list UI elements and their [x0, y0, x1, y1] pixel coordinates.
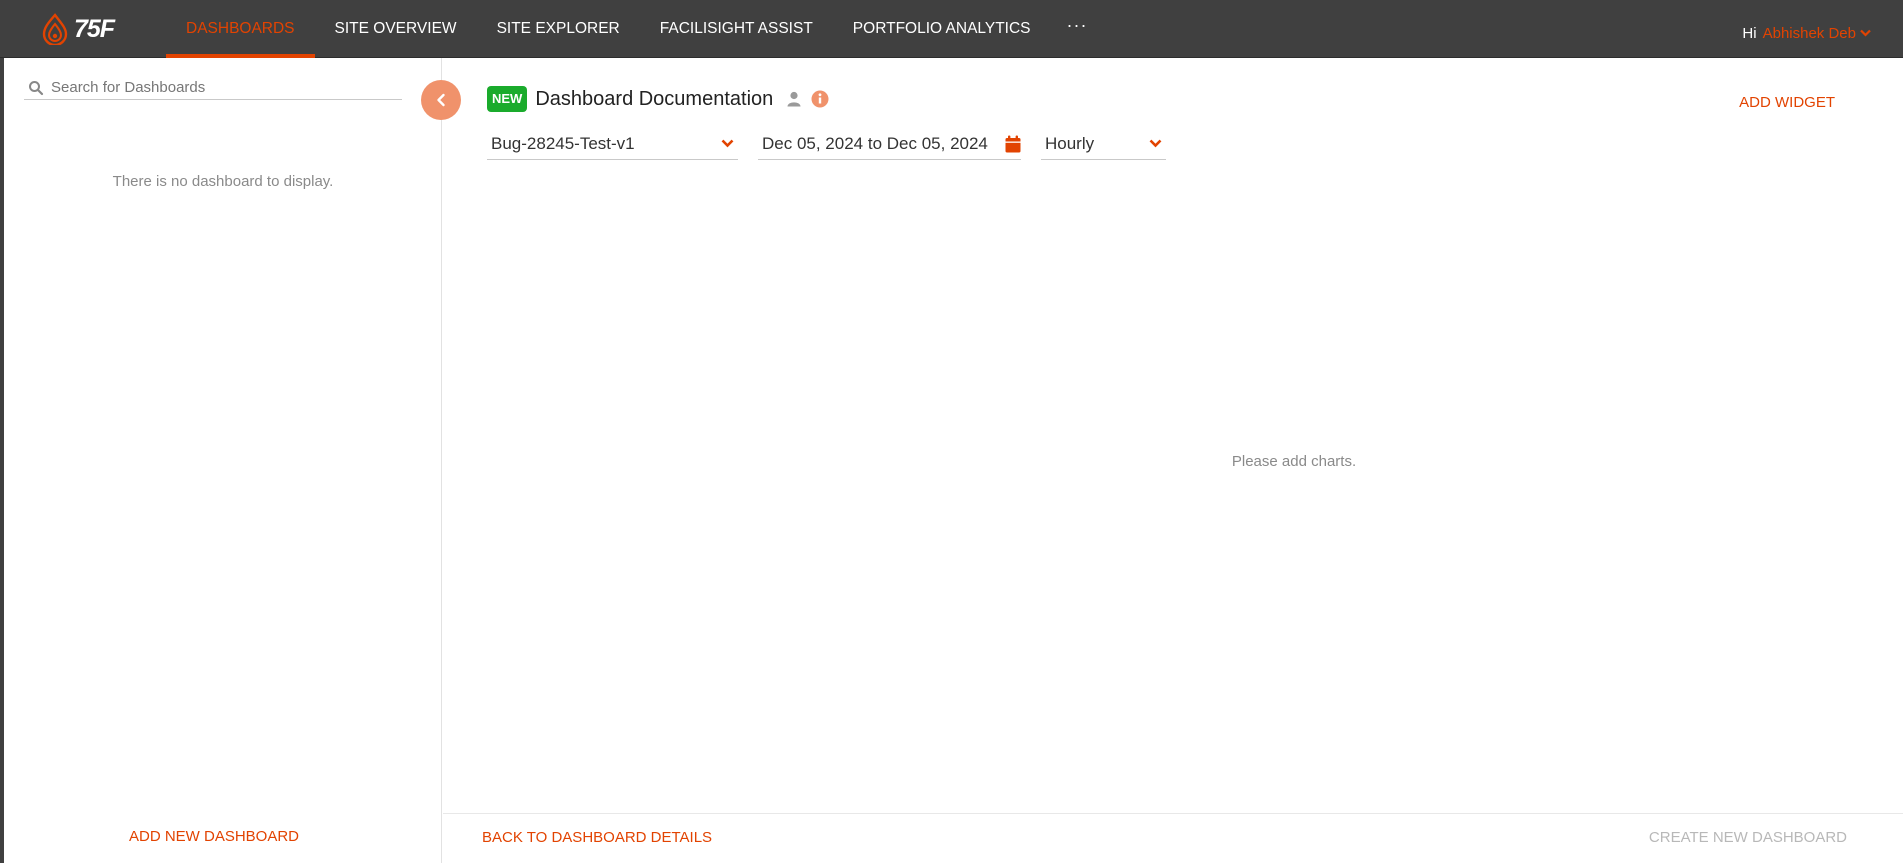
nav-tab-portfolio-analytics[interactable]: PORTFOLIO ANALYTICS: [833, 0, 1051, 58]
brand-logo[interactable]: 75F: [42, 12, 115, 46]
nav-tab-dashboards[interactable]: DASHBOARDS: [166, 0, 315, 58]
info-icon[interactable]: [811, 90, 829, 108]
back-to-dashboard-details-button[interactable]: BACK TO DASHBOARD DETAILS: [482, 829, 712, 846]
interval-select[interactable]: Hourly: [1041, 128, 1166, 160]
calendar-icon: [1005, 135, 1021, 152]
interval-select-value: Hourly: [1045, 133, 1095, 153]
user-icon[interactable]: [787, 91, 801, 107]
dashboard-filters: Bug-28245-Test-v1 Dec 05, 2024 to Dec 05…: [487, 128, 1166, 160]
main-nav: DASHBOARDS SITE OVERVIEW SITE EXPLORER F…: [166, 0, 1104, 58]
flame-logo-icon: [42, 13, 68, 45]
nav-tab-site-overview[interactable]: SITE OVERVIEW: [315, 0, 477, 58]
site-select[interactable]: Bug-28245-Test-v1: [487, 128, 738, 160]
dashboard-main: NEW Dashboard Documentation ADD WIDGET B…: [443, 58, 1903, 863]
empty-dashboard-message: There is no dashboard to display.: [112, 173, 334, 190]
nav-tab-site-explorer[interactable]: SITE EXPLORER: [477, 0, 640, 58]
search-input[interactable]: [51, 79, 381, 96]
top-navigation-bar: 75F DASHBOARDS SITE OVERVIEW SITE EXPLOR…: [0, 0, 1903, 58]
chevron-down-icon: [1860, 29, 1871, 37]
add-new-dashboard-button[interactable]: ADD NEW DASHBOARD: [4, 828, 424, 845]
user-menu[interactable]: Hi Abhishek Deb: [1742, 0, 1871, 66]
new-badge: NEW: [487, 86, 528, 112]
site-select-value: Bug-28245-Test-v1: [491, 133, 635, 153]
add-widget-button[interactable]: ADD WIDGET: [1739, 94, 1835, 111]
empty-charts-message: Please add charts.: [1231, 453, 1357, 470]
create-new-dashboard-button[interactable]: CREATE NEW DASHBOARD: [1649, 829, 1847, 846]
user-name: Abhishek Deb: [1762, 24, 1856, 42]
date-range-picker[interactable]: Dec 05, 2024 to Dec 05, 2024: [758, 128, 1021, 160]
search-box: [24, 76, 402, 100]
dashboard-footer: BACK TO DASHBOARD DETAILS CREATE NEW DAS…: [443, 813, 1903, 863]
chevron-down-icon: [1149, 139, 1162, 148]
search-icon: [29, 80, 44, 95]
chevron-down-icon: [721, 139, 734, 148]
dashboard-sidebar: There is no dashboard to display. ADD NE…: [4, 58, 442, 863]
logo-text: 75F: [74, 14, 115, 43]
dashboard-header: NEW Dashboard Documentation: [487, 85, 829, 113]
date-range-value: Dec 05, 2024 to Dec 05, 2024: [762, 133, 988, 153]
user-greeting: Hi: [1742, 24, 1757, 42]
nav-tab-facilisight-assist[interactable]: FACILISIGHT ASSIST: [640, 0, 833, 58]
dashboard-title: Dashboard Documentation: [535, 87, 774, 110]
nav-more-icon[interactable]: ···: [1051, 0, 1104, 58]
